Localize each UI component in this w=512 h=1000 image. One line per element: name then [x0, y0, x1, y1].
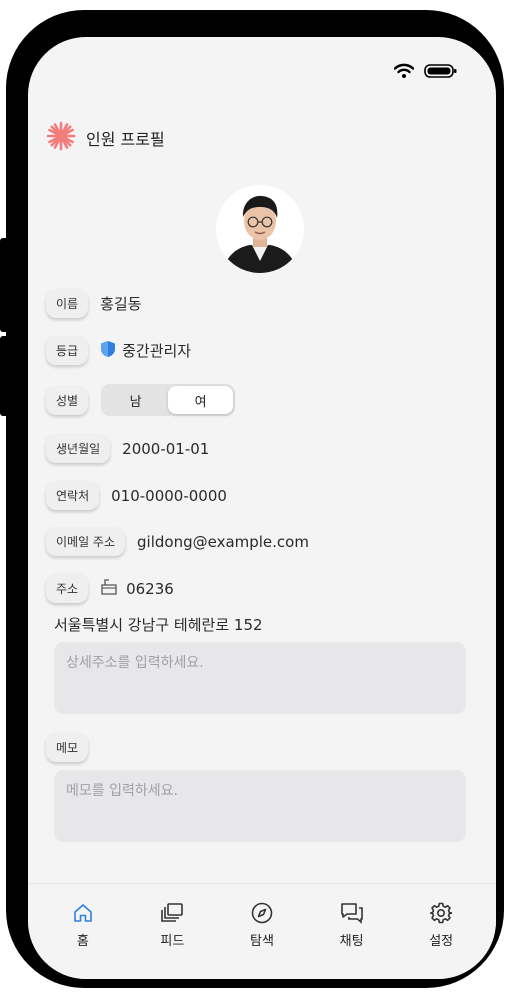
- grade-label: 등급: [46, 336, 89, 365]
- memo-row: 메모: [46, 733, 89, 762]
- birth-value: 2000-01-01: [122, 439, 210, 458]
- tab-home-label: 홈: [76, 934, 89, 949]
- postcode-value: 06236: [126, 579, 174, 598]
- gender-label: 성별: [46, 385, 89, 415]
- chat-icon: [340, 903, 363, 924]
- bottom-tab-bar: 홈 피드 탐색 채팅 설정: [28, 883, 496, 979]
- feed-icon: [161, 903, 184, 922]
- tab-explore[interactable]: 탐색: [227, 884, 297, 979]
- avatar[interactable]: [216, 185, 304, 273]
- tab-explore-label: 탐색: [250, 934, 274, 949]
- gender-option-female[interactable]: 여: [168, 386, 234, 414]
- name-value: 홍길동: [100, 295, 142, 313]
- memo-input[interactable]: [54, 770, 466, 842]
- email-row: 이메일 주소 gildong@example.com: [46, 527, 309, 556]
- app-header: 인원 프로필: [46, 121, 165, 155]
- screen: 인원 프로필 이름 홍길동 등급 중간관리자 성별 남 여 생년월일 2000-…: [28, 37, 496, 979]
- mailbox-icon: [100, 578, 118, 600]
- phone-label: 연락처: [46, 481, 100, 510]
- compass-icon: [251, 902, 273, 924]
- tab-chat-label: 채팅: [339, 934, 364, 949]
- page-title: 인원 프로필: [86, 130, 165, 149]
- tab-feed[interactable]: 피드: [137, 884, 207, 979]
- status-bar: [393, 63, 458, 83]
- gear-icon: [430, 902, 453, 924]
- tab-home[interactable]: 홈: [48, 884, 118, 979]
- tab-chat[interactable]: 채팅: [317, 884, 387, 979]
- name-label: 이름: [46, 289, 89, 318]
- memo-label: 메모: [46, 733, 89, 762]
- flower-logo-icon: [46, 121, 76, 155]
- grade-group: 중간관리자: [100, 340, 191, 362]
- gender-segmented-control: 남 여: [101, 384, 236, 416]
- postcode-group[interactable]: 06236: [100, 578, 174, 600]
- address-label: 주소: [46, 574, 89, 603]
- wifi-icon: [393, 63, 415, 83]
- home-icon: [73, 904, 92, 922]
- battery-icon: [424, 63, 458, 83]
- tab-settings[interactable]: 설정: [406, 884, 476, 979]
- grade-row: 등급 중간관리자: [46, 336, 191, 365]
- power-button: [0, 336, 10, 416]
- tab-settings-label: 설정: [429, 934, 454, 949]
- address-value: 서울특별시 강남구 테헤란로 152: [54, 616, 263, 634]
- grade-value: 중간관리자: [122, 342, 192, 360]
- phone-value: 010-0000-0000: [111, 486, 227, 505]
- phone-row: 연락처 010-0000-0000: [46, 481, 227, 510]
- tab-feed-label: 피드: [160, 934, 185, 949]
- volume-button: [0, 238, 10, 332]
- gender-option-male[interactable]: 남: [103, 386, 168, 414]
- address-detail-input[interactable]: [54, 642, 466, 714]
- shield-icon: [100, 340, 116, 362]
- email-label: 이메일 주소: [46, 527, 126, 556]
- email-value: gildong@example.com: [137, 532, 309, 551]
- birth-row: 생년월일 2000-01-01: [46, 434, 209, 463]
- birth-label: 생년월일: [46, 434, 111, 463]
- gender-row: 성별 남 여: [46, 384, 236, 416]
- name-row: 이름 홍길동: [46, 289, 142, 318]
- phone-frame: 인원 프로필 이름 홍길동 등급 중간관리자 성별 남 여 생년월일 2000-…: [0, 10, 504, 988]
- address-row: 주소 06236: [46, 574, 174, 603]
